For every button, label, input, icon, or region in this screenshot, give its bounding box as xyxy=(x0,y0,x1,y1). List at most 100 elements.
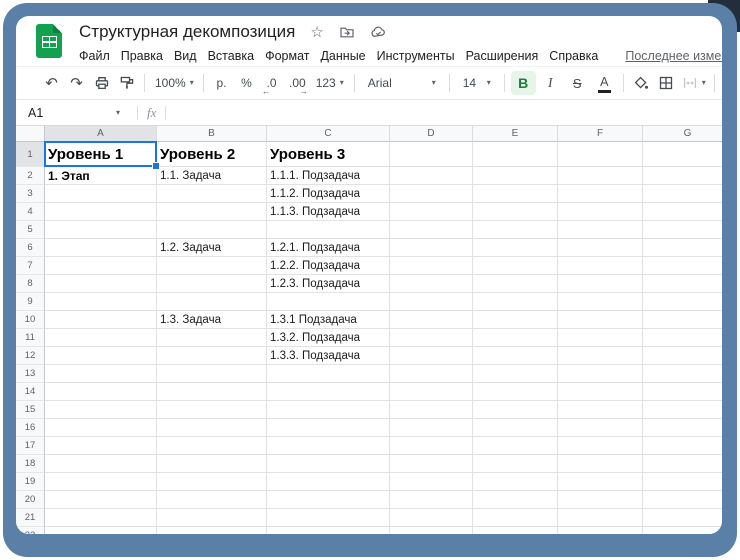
cell-C14[interactable] xyxy=(267,383,390,401)
cell-E12[interactable] xyxy=(473,347,558,365)
cell-C18[interactable] xyxy=(267,455,390,473)
cell-G18[interactable] xyxy=(643,455,722,473)
sheets-logo-icon[interactable] xyxy=(36,24,62,58)
strikethrough-button[interactable]: S xyxy=(565,71,590,95)
cell-E21[interactable] xyxy=(473,509,558,527)
cell-B6[interactable]: 1.2. Задача xyxy=(157,239,267,257)
cell-B16[interactable] xyxy=(157,419,267,437)
cell-F11[interactable] xyxy=(558,329,643,347)
cell-F2[interactable] xyxy=(558,167,643,185)
cell-F20[interactable] xyxy=(558,491,643,509)
cell-B22[interactable] xyxy=(157,527,267,534)
cell-F7[interactable] xyxy=(558,257,643,275)
cell-G22[interactable] xyxy=(643,527,722,534)
cell-G10[interactable] xyxy=(643,311,722,329)
cell-C6[interactable]: 1.2.1. Подзадача xyxy=(267,239,390,257)
row-header-16[interactable]: 16 xyxy=(16,419,45,437)
fill-handle[interactable] xyxy=(152,162,160,170)
text-color-button[interactable]: A xyxy=(592,71,617,95)
cell-D8[interactable] xyxy=(390,275,473,293)
cell-E18[interactable] xyxy=(473,455,558,473)
cell-A10[interactable] xyxy=(45,311,157,329)
cell-C12[interactable]: 1.3.3. Подзадача xyxy=(267,347,390,365)
cell-A16[interactable] xyxy=(45,419,157,437)
cell-F6[interactable] xyxy=(558,239,643,257)
cell-B10[interactable]: 1.3. Задача xyxy=(157,311,267,329)
cell-C10[interactable]: 1.3.1 Подзадача xyxy=(267,311,390,329)
increase-decimals-button[interactable]: .00 → xyxy=(285,71,310,95)
cell-G2[interactable] xyxy=(643,167,722,185)
row-header-9[interactable]: 9 xyxy=(16,293,45,311)
cell-C15[interactable] xyxy=(267,401,390,419)
cell-E19[interactable] xyxy=(473,473,558,491)
menu-tools[interactable]: Инструменты xyxy=(377,49,455,63)
cell-F15[interactable] xyxy=(558,401,643,419)
cell-E22[interactable] xyxy=(473,527,558,534)
menu-format[interactable]: Формат xyxy=(265,49,309,63)
cell-C19[interactable] xyxy=(267,473,390,491)
cell-C22[interactable] xyxy=(267,527,390,534)
cell-D19[interactable] xyxy=(390,473,473,491)
cell-E13[interactable] xyxy=(473,365,558,383)
column-header-F[interactable]: F xyxy=(558,126,643,142)
cell-E7[interactable] xyxy=(473,257,558,275)
cell-E4[interactable] xyxy=(473,203,558,221)
cell-G15[interactable] xyxy=(643,401,722,419)
row-header-21[interactable]: 21 xyxy=(16,509,45,527)
cell-D21[interactable] xyxy=(390,509,473,527)
cell-B18[interactable] xyxy=(157,455,267,473)
number-format-button[interactable]: 123 ▾ xyxy=(312,71,348,95)
cell-F14[interactable] xyxy=(558,383,643,401)
cell-D5[interactable] xyxy=(390,221,473,239)
cell-D16[interactable] xyxy=(390,419,473,437)
row-header-12[interactable]: 12 xyxy=(16,347,45,365)
row-header-11[interactable]: 11 xyxy=(16,329,45,347)
cell-B20[interactable] xyxy=(157,491,267,509)
cell-A5[interactable] xyxy=(45,221,157,239)
menu-insert[interactable]: Вставка xyxy=(208,49,254,63)
cell-E5[interactable] xyxy=(473,221,558,239)
cell-A19[interactable] xyxy=(45,473,157,491)
menu-extensions[interactable]: Расширения xyxy=(466,49,539,63)
cell-A12[interactable] xyxy=(45,347,157,365)
cell-F21[interactable] xyxy=(558,509,643,527)
cell-G13[interactable] xyxy=(643,365,722,383)
document-title[interactable]: Структурная декомпозиция xyxy=(79,22,295,42)
row-header-10[interactable]: 10 xyxy=(16,311,45,329)
cell-F22[interactable] xyxy=(558,527,643,534)
row-header-13[interactable]: 13 xyxy=(16,365,45,383)
cell-F1[interactable] xyxy=(558,142,643,167)
cell-G1[interactable] xyxy=(643,142,722,167)
cell-A7[interactable] xyxy=(45,257,157,275)
cell-E16[interactable] xyxy=(473,419,558,437)
row-header-18[interactable]: 18 xyxy=(16,455,45,473)
cell-F10[interactable] xyxy=(558,311,643,329)
cell-C3[interactable]: 1.1.2. Подзадача xyxy=(267,185,390,203)
cell-F9[interactable] xyxy=(558,293,643,311)
menu-file[interactable]: Файл xyxy=(79,49,110,63)
cell-E2[interactable] xyxy=(473,167,558,185)
cell-F18[interactable] xyxy=(558,455,643,473)
cell-C9[interactable] xyxy=(267,293,390,311)
select-all-corner[interactable] xyxy=(16,126,45,142)
cell-B4[interactable] xyxy=(157,203,267,221)
row-header-7[interactable]: 7 xyxy=(16,257,45,275)
cell-G11[interactable] xyxy=(643,329,722,347)
cell-F3[interactable] xyxy=(558,185,643,203)
menu-edit[interactable]: Правка xyxy=(121,49,163,63)
cell-C20[interactable] xyxy=(267,491,390,509)
column-header-C[interactable]: C xyxy=(267,126,390,142)
cell-C4[interactable]: 1.1.3. Подзадача xyxy=(267,203,390,221)
menu-view[interactable]: Вид xyxy=(174,49,197,63)
merge-cells-button[interactable]: ▾ xyxy=(680,71,708,95)
cell-E20[interactable] xyxy=(473,491,558,509)
cell-D6[interactable] xyxy=(390,239,473,257)
cell-D14[interactable] xyxy=(390,383,473,401)
cell-G8[interactable] xyxy=(643,275,722,293)
cell-F16[interactable] xyxy=(558,419,643,437)
cell-G16[interactable] xyxy=(643,419,722,437)
row-header-14[interactable]: 14 xyxy=(16,383,45,401)
cell-C2[interactable]: 1.1.1. Подзадача xyxy=(267,167,390,185)
fill-color-button[interactable] xyxy=(630,71,653,95)
cell-E10[interactable] xyxy=(473,311,558,329)
